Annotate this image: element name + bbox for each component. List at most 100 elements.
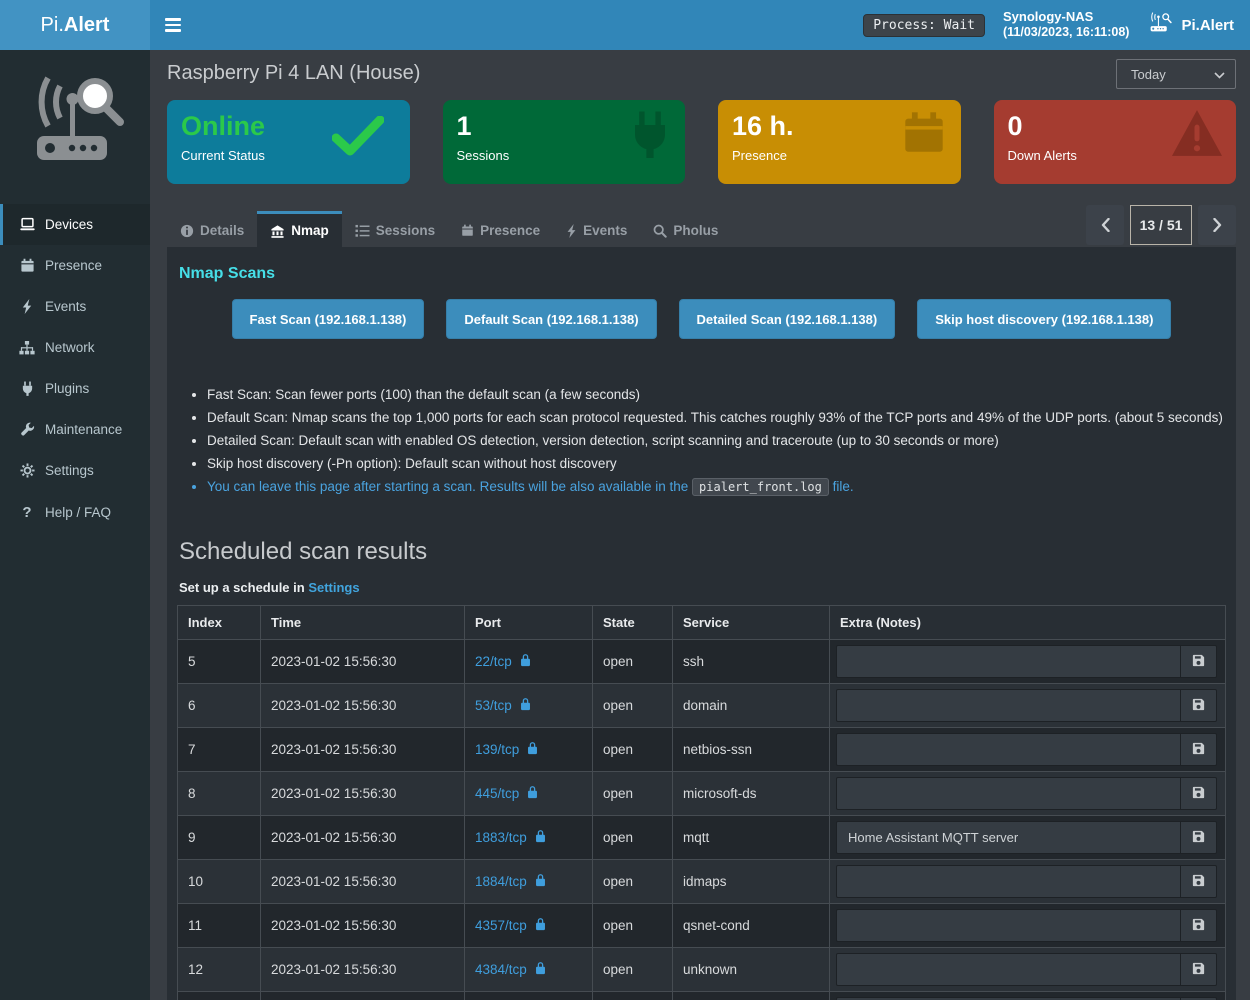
- pialert-logo: [0, 50, 150, 204]
- cell-note: [830, 640, 1226, 684]
- tab-pholus[interactable]: Pholus: [640, 211, 731, 247]
- sidebar-item-presence[interactable]: Presence: [0, 245, 150, 286]
- save-note-button[interactable]: [1180, 778, 1216, 809]
- cell-port: 1883/tcp: [465, 816, 593, 860]
- detailed-scan-button[interactable]: Detailed Scan (192.168.1.138): [679, 299, 896, 339]
- note-input[interactable]: [837, 910, 1180, 941]
- info-icon: [180, 224, 194, 238]
- question-icon: ?: [18, 504, 36, 521]
- period-dropdown[interactable]: Today: [1116, 59, 1236, 89]
- save-icon: [1191, 873, 1206, 891]
- sitemap-icon: [18, 341, 36, 355]
- bolt-icon: [566, 224, 577, 238]
- app-identity: Pi.Alert: [1147, 12, 1234, 38]
- table-row: 92023-01-02 15:56:301883/tcpopenmqtt: [178, 816, 1226, 860]
- bolt-icon: [18, 299, 36, 314]
- save-note-button[interactable]: [1180, 910, 1216, 941]
- cell-note: [830, 728, 1226, 772]
- tab-events[interactable]: Events: [553, 211, 640, 247]
- scan-results-table: Index Time Port State Service Extra (Not…: [177, 605, 1226, 1000]
- sessions-card: 1 Sessions: [443, 100, 686, 184]
- fast-scan-button[interactable]: Fast Scan (192.168.1.138): [232, 299, 425, 339]
- lock-icon: [534, 917, 547, 934]
- tab-label: Details: [200, 223, 244, 238]
- sidebar-toggle-icon[interactable]: [150, 0, 196, 50]
- cell-note: [830, 772, 1226, 816]
- sidebar-item-label: Maintenance: [45, 422, 122, 437]
- save-note-button[interactable]: [1180, 866, 1216, 897]
- note-input[interactable]: [837, 734, 1180, 765]
- cell-state: open: [593, 992, 673, 1000]
- col-header-state: State: [593, 606, 673, 640]
- port-link[interactable]: 4357/tcp: [475, 917, 547, 934]
- cell-state: open: [593, 684, 673, 728]
- cell-time: 2023-01-02 15:56:30: [261, 904, 465, 948]
- brand-logo[interactable]: Pi.Alert: [0, 0, 150, 50]
- note-input[interactable]: [837, 822, 1180, 853]
- save-note-button[interactable]: [1180, 822, 1216, 853]
- note-input[interactable]: [837, 954, 1180, 985]
- note-input[interactable]: [837, 690, 1180, 721]
- sidebar-item-settings[interactable]: Settings: [0, 450, 150, 491]
- note-input[interactable]: [837, 646, 1180, 677]
- sidebar-item-events[interactable]: Events: [0, 286, 150, 327]
- save-note-button[interactable]: [1180, 690, 1216, 721]
- cell-time: 2023-01-02 15:56:30: [261, 640, 465, 684]
- port-link[interactable]: 139/tcp: [475, 741, 539, 758]
- sidebar-item-maintenance[interactable]: Maintenance: [0, 409, 150, 450]
- server-name: Synology-NAS: [1003, 9, 1130, 25]
- lock-icon: [534, 961, 547, 978]
- cell-service: netbios-ssn: [673, 728, 830, 772]
- settings-link[interactable]: Settings: [308, 580, 359, 595]
- save-note-button[interactable]: [1180, 734, 1216, 765]
- save-note-button[interactable]: [1180, 954, 1216, 985]
- prev-device-button[interactable]: [1086, 205, 1124, 245]
- port-link[interactable]: 4384/tcp: [475, 961, 547, 978]
- cell-service: domain: [673, 684, 830, 728]
- cell-port: 445/tcp: [465, 772, 593, 816]
- status-cards: Online Current Status 1 Sessions 16 h. P…: [167, 100, 1236, 184]
- cell-index: 5: [178, 640, 261, 684]
- port-link[interactable]: 1883/tcp: [475, 829, 547, 846]
- port-link[interactable]: 53/tcp: [475, 697, 532, 714]
- tab-presence[interactable]: Presence: [448, 211, 553, 247]
- sidebar-item-network[interactable]: Network: [0, 327, 150, 368]
- col-header-port: Port: [465, 606, 593, 640]
- note-input[interactable]: [837, 778, 1180, 809]
- sidebar-item-devices[interactable]: Devices: [0, 204, 150, 245]
- cell-service: unknown: [673, 948, 830, 992]
- cell-state: open: [593, 816, 673, 860]
- cell-service: qsnet-cond: [673, 904, 830, 948]
- schedule-hint: Set up a schedule in Settings: [179, 580, 1226, 595]
- lock-icon: [526, 785, 539, 802]
- col-header-notes: Extra (Notes): [830, 606, 1226, 640]
- note-input[interactable]: [837, 866, 1180, 897]
- port-link[interactable]: 1884/tcp: [475, 873, 547, 890]
- nmap-scans-heading: Nmap Scans: [179, 265, 1226, 283]
- log-note-suffix: file.: [829, 479, 854, 494]
- table-row: 132023-01-02 15:56:308123/tcpopenpolipo: [178, 992, 1226, 1000]
- tab-nmap[interactable]: Nmap: [257, 211, 342, 247]
- sidebar-item-label: Presence: [45, 258, 102, 273]
- calendar-icon: [901, 110, 947, 161]
- skip-host-discovery-button[interactable]: Skip host discovery (192.168.1.138): [917, 299, 1171, 339]
- scan-buttons-row: Fast Scan (192.168.1.138) Default Scan (…: [177, 299, 1226, 339]
- sidebar-item-help[interactable]: ? Help / FAQ: [0, 491, 150, 534]
- table-row: 112023-01-02 15:56:304357/tcpopenqsnet-c…: [178, 904, 1226, 948]
- device-tabs: Details Nmap Sessions Presence Events: [167, 211, 1236, 247]
- tab-sessions[interactable]: Sessions: [342, 211, 448, 247]
- default-scan-button[interactable]: Default Scan (192.168.1.138): [446, 299, 656, 339]
- cell-time: 2023-01-02 15:56:30: [261, 816, 465, 860]
- table-header-row: Index Time Port State Service Extra (Not…: [178, 606, 1226, 640]
- sidebar-item-label: Plugins: [45, 381, 89, 396]
- cell-index: 12: [178, 948, 261, 992]
- next-device-button[interactable]: [1198, 205, 1236, 245]
- sidebar-item-plugins[interactable]: Plugins: [0, 368, 150, 409]
- sidebar-item-label: Network: [45, 340, 95, 355]
- scheduled-results-heading: Scheduled scan results: [179, 538, 1226, 566]
- save-note-button[interactable]: [1180, 646, 1216, 677]
- cell-index: 9: [178, 816, 261, 860]
- port-link[interactable]: 22/tcp: [475, 653, 532, 670]
- tab-details[interactable]: Details: [167, 211, 257, 247]
- port-link[interactable]: 445/tcp: [475, 785, 539, 802]
